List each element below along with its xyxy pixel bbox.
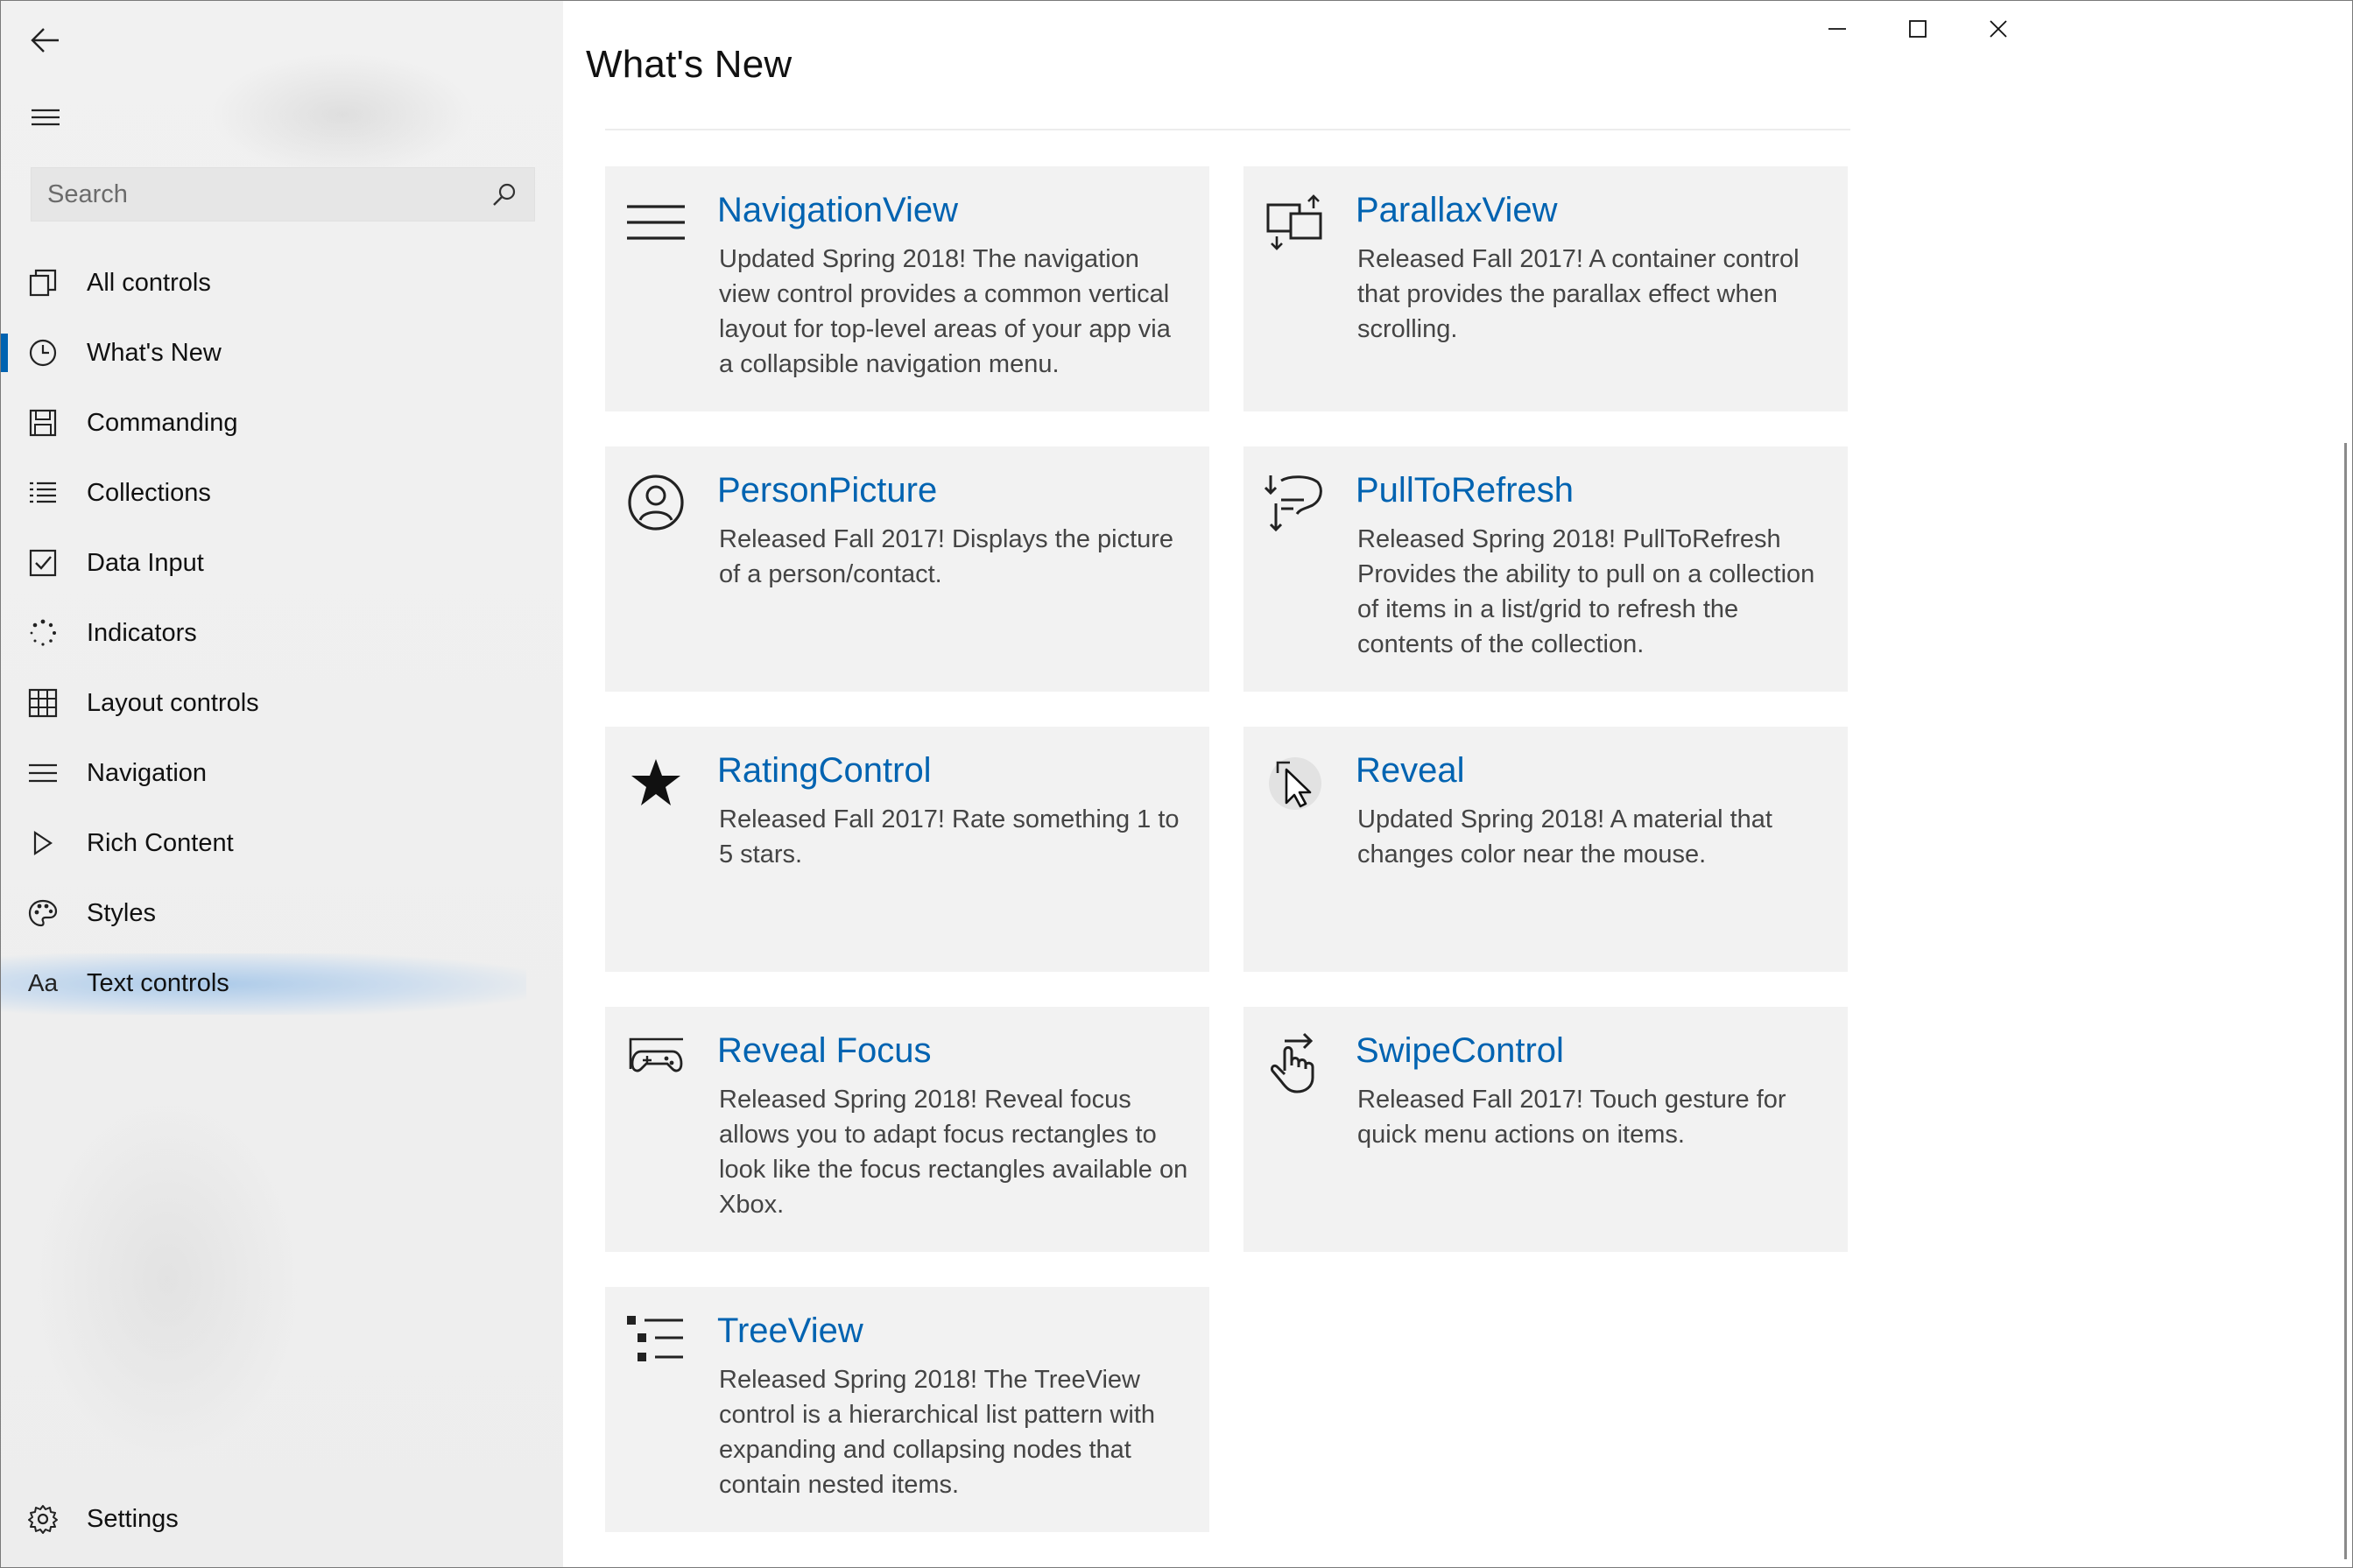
checkbox-icon (27, 547, 59, 579)
card-description: Released Spring 2018! Reveal focus allow… (719, 1086, 1188, 1219)
nav-item-label: What's New (87, 338, 222, 367)
card-swipecontrol[interactable]: SwipeControl Released Fall 2017! Touch g… (1243, 1007, 1848, 1252)
all-controls-icon (27, 267, 59, 299)
nav-item-label: Collections (87, 478, 211, 507)
card-title: PullToRefresh (1356, 471, 1575, 510)
maximize-icon (1909, 20, 1927, 38)
card-reveal[interactable]: Reveal Updated Spring 2018! A material t… (1243, 727, 1848, 972)
nav-item-settings[interactable]: Settings (1, 1484, 563, 1554)
nav-item-label: Text controls (87, 968, 229, 997)
nav-item-navigation[interactable]: Navigation (1, 738, 563, 808)
app-window: All controls What's New (0, 0, 2353, 1568)
grid-icon (27, 687, 59, 719)
nav-item-label: Styles (87, 898, 156, 927)
card-description: Released Spring 2018! The TreeView contr… (719, 1366, 1156, 1499)
nav-item-collections[interactable]: Collections (1, 458, 563, 528)
navigation-pane: All controls What's New (1, 1, 563, 1567)
nav-list: All controls What's New Commanding Colle… (1, 248, 563, 1018)
nav-item-label: Layout controls (87, 688, 259, 717)
play-icon (27, 827, 59, 859)
hamburger-menu-icon (624, 191, 687, 254)
card-title: TreeView (717, 1311, 863, 1350)
nav-item-label: Navigation (87, 758, 208, 787)
person-icon (624, 471, 687, 534)
nav-item-layout-controls[interactable]: Layout controls (1, 668, 563, 738)
progress-ring-icon (27, 617, 59, 649)
card-description: Released Fall 2017! Rate something 1 to … (719, 805, 1180, 868)
acrylic-blur (211, 53, 474, 176)
save-icon (27, 407, 59, 439)
card-description: Released Fall 2017! Touch gesture for qu… (1357, 1086, 1786, 1149)
card-description: Released Fall 2017! A container control … (1357, 245, 1800, 343)
card-title: RatingControl (717, 751, 932, 790)
nav-item-indicators[interactable]: Indicators (1, 598, 563, 668)
vertical-scrollbar[interactable] (2344, 443, 2347, 1559)
gamepad-icon (624, 1031, 687, 1094)
card-description: Released Fall 2017! Displays the picture… (719, 525, 1174, 588)
divider (605, 129, 1850, 130)
card-description: Updated Spring 2018! The navigation view… (719, 245, 1171, 378)
star-icon (624, 751, 687, 814)
hamburger-icon (32, 109, 60, 126)
card-treeview[interactable]: TreeView Released Spring 2018! The TreeV… (605, 1287, 1209, 1532)
card-reveal-focus[interactable]: Reveal Focus Released Spring 2018! Revea… (605, 1007, 1209, 1252)
card-title: Reveal Focus (717, 1031, 932, 1070)
content-area: NavigationView Updated Spring 2018! The … (563, 123, 2345, 1567)
nav-item-rich-content[interactable]: Rich Content (1, 808, 563, 878)
search-box[interactable] (31, 167, 535, 221)
menu-icon (27, 757, 59, 789)
maximize-button[interactable] (1878, 1, 1957, 57)
card-title: NavigationView (717, 191, 958, 229)
close-button[interactable] (1959, 1, 2038, 57)
list-icon (27, 477, 59, 509)
font-icon: Aa (27, 967, 59, 999)
card-title: PersonPicture (717, 471, 938, 510)
nav-item-label: All controls (87, 268, 211, 297)
card-ratingcontrol[interactable]: RatingControl Released Fall 2017! Rate s… (605, 727, 1209, 972)
palette-icon (27, 897, 59, 929)
back-button[interactable] (13, 8, 78, 73)
minimize-button[interactable] (1798, 1, 1877, 57)
nav-item-label: Commanding (87, 408, 238, 437)
search-input[interactable] (32, 168, 469, 221)
pull-to-refresh-icon (1263, 471, 1326, 534)
card-title: Reveal (1356, 751, 1465, 790)
nav-item-label: Indicators (87, 618, 197, 647)
settings-label: Settings (87, 1504, 179, 1533)
nav-item-data-input[interactable]: Data Input (1, 528, 563, 598)
card-description: Updated Spring 2018! A material that cha… (1357, 805, 1772, 868)
font-icon-glyph: Aa (27, 969, 59, 996)
card-parallaxview[interactable]: ParallaxView Released Fall 2017! A conta… (1243, 166, 1848, 411)
back-arrow-icon (31, 28, 59, 53)
nav-item-commanding[interactable]: Commanding (1, 388, 563, 458)
card-navigationview[interactable]: NavigationView Updated Spring 2018! The … (605, 166, 1209, 411)
minimize-icon (1828, 28, 1846, 30)
reveal-hover-glow (1, 953, 526, 1015)
clock-icon (27, 337, 59, 369)
card-pulltorefresh[interactable]: PullToRefresh Released Spring 2018! Pull… (1243, 446, 1848, 692)
card-title: ParallaxView (1356, 191, 1558, 229)
parallax-icon (1263, 191, 1326, 254)
swipe-hand-icon (1263, 1031, 1326, 1094)
card-description: Released Spring 2018! PullToRefresh Prov… (1357, 525, 1815, 658)
card-personpicture[interactable]: PersonPicture Released Fall 2017! Displa… (605, 446, 1209, 692)
nav-item-whats-new[interactable]: What's New (1, 318, 563, 388)
nav-item-text-controls[interactable]: Aa Text controls (1, 948, 563, 1018)
page-title: What's New (586, 43, 793, 86)
nav-item-all-controls[interactable]: All controls (1, 248, 563, 318)
title-bar (563, 1, 2352, 62)
nav-item-styles[interactable]: Styles (1, 878, 563, 948)
card-title: SwipeControl (1356, 1031, 1564, 1070)
acrylic-blur (36, 1095, 299, 1463)
tree-view-icon (624, 1311, 687, 1375)
close-icon (1990, 20, 2007, 38)
nav-item-label: Data Input (87, 548, 204, 577)
search-icon[interactable] (490, 180, 518, 208)
nav-item-label: Rich Content (87, 828, 234, 857)
gear-icon (27, 1503, 59, 1535)
reveal-cursor-icon (1263, 751, 1326, 814)
hamburger-button[interactable] (13, 85, 78, 150)
